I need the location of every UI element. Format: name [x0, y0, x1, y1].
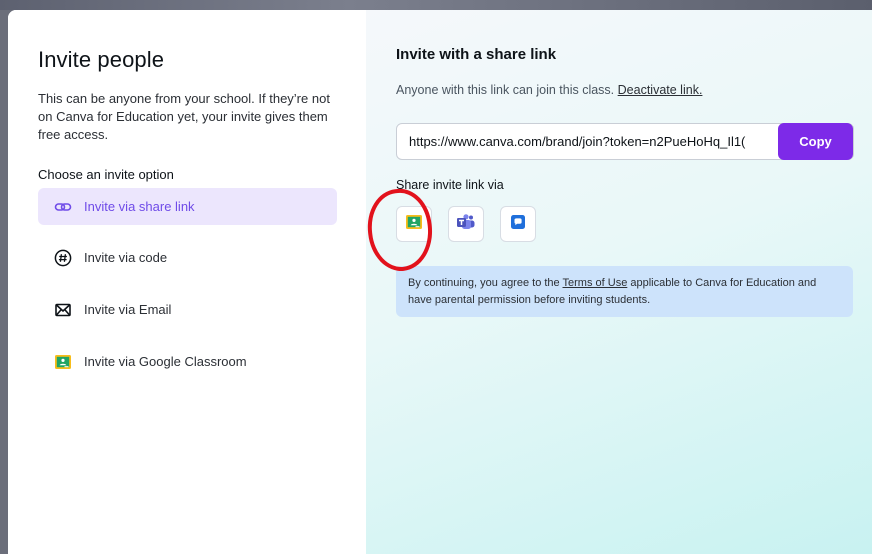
google-classroom-icon: [405, 213, 423, 236]
terms-notice-prefix: By continuing, you agree to the: [408, 277, 563, 289]
share-google-classroom-button[interactable]: [396, 206, 432, 242]
option-label: Invite via code: [84, 250, 168, 265]
option-email[interactable]: Invite via Email: [38, 291, 337, 328]
link-icon: [54, 198, 72, 216]
option-share-link[interactable]: Invite via share link: [38, 188, 337, 225]
terms-of-use-link[interactable]: Terms of Use: [563, 277, 628, 289]
share-link-title: Invite with a share link: [396, 46, 557, 63]
copy-button[interactable]: Copy: [778, 123, 853, 160]
share-link-panel: Invite with a share link Anyone with thi…: [366, 10, 872, 554]
dialog-description: This can be anyone from your school. If …: [38, 91, 330, 142]
chat-icon: [509, 213, 527, 236]
microsoft-teams-icon: [456, 213, 476, 236]
google-classroom-icon: [54, 353, 72, 371]
share-link-description: Anyone with this link can join this clas…: [396, 83, 702, 97]
background-strip: [0, 0, 872, 10]
envelope-icon: [54, 301, 72, 319]
option-code[interactable]: Invite via code: [38, 239, 337, 276]
share-chat-button[interactable]: [500, 206, 536, 242]
option-google-classroom[interactable]: Invite via Google Classroom: [38, 343, 337, 380]
option-label: Invite via share link: [84, 199, 195, 214]
share-microsoft-teams-button[interactable]: [448, 206, 484, 242]
deactivate-link[interactable]: Deactivate link.: [618, 83, 703, 97]
choose-option-heading: Choose an invite option: [38, 167, 174, 182]
terms-notice: By continuing, you agree to the Terms of…: [396, 266, 853, 317]
invite-options-panel: Invite people This can be anyone from yo…: [8, 10, 366, 554]
hashtag-icon: [54, 249, 72, 267]
dialog-title: Invite people: [38, 47, 165, 72]
share-via-label: Share invite link via: [396, 178, 504, 192]
share-link-description-text: Anyone with this link can join this clas…: [396, 83, 615, 97]
option-label: Invite via Google Classroom: [84, 354, 247, 369]
invite-dialog: Invite people This can be anyone from yo…: [8, 10, 872, 554]
option-label: Invite via Email: [84, 302, 172, 317]
